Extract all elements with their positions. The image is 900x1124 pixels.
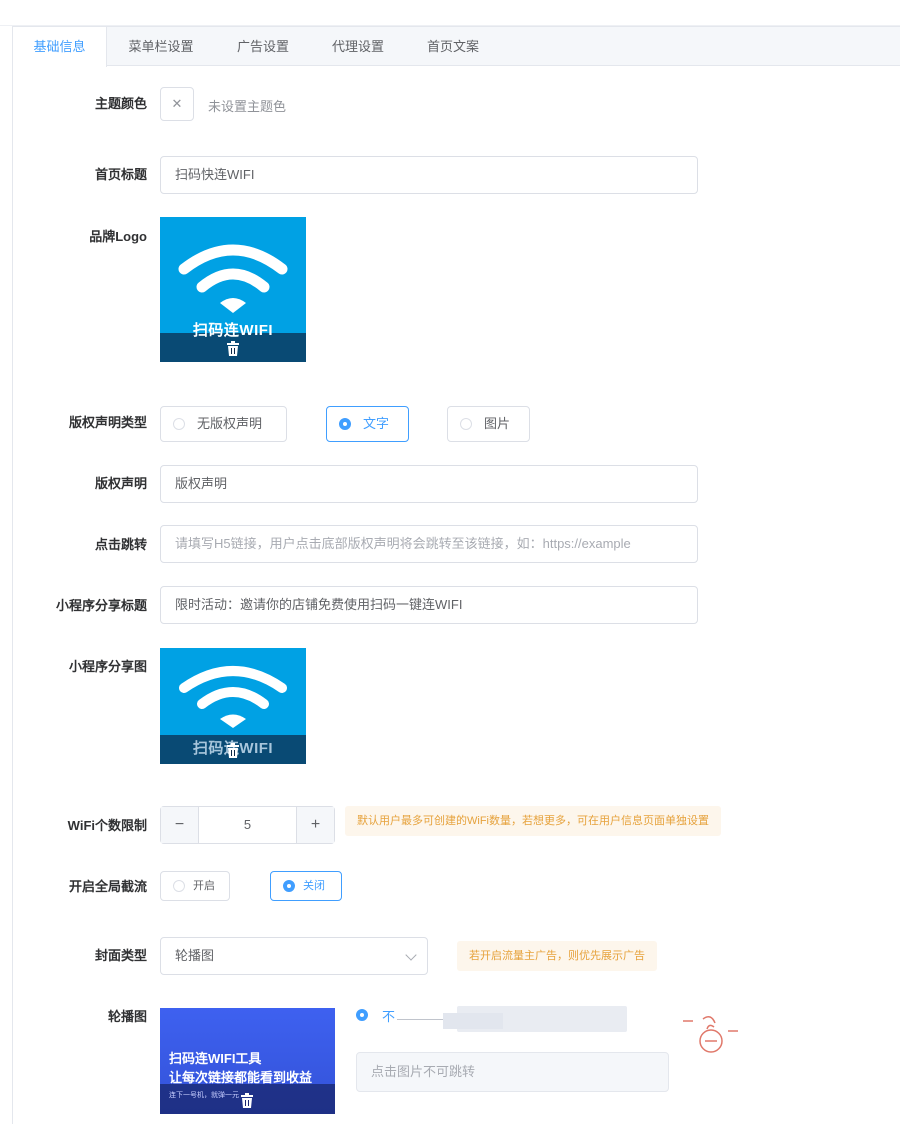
cursor-icon xyxy=(683,1016,738,1053)
tab-menu-settings[interactable]: 菜单栏设置 xyxy=(116,27,206,66)
chevron-down-icon xyxy=(405,949,417,961)
share-image[interactable]: 扫码连WIFI xyxy=(160,648,306,764)
click-jump-input[interactable]: 请填写H5链接，用户点击底部版权声明将会跳转至该链接，如：https://exa… xyxy=(160,525,698,563)
trash-icon[interactable] xyxy=(226,341,240,356)
jump-link-input[interactable]: 点击图片不可跳转 xyxy=(356,1052,669,1092)
tab-bar: 基础信息 菜单栏设置 广告设置 代理设置 首页文案 xyxy=(13,27,900,67)
copyright-type-label: 版权声明类型 xyxy=(68,415,147,430)
copyright-type-text[interactable]: 文字 xyxy=(326,406,409,442)
tab-basic-info[interactable]: 基础信息 xyxy=(13,27,107,67)
wifi-limit-stepper: − 5 + xyxy=(160,806,335,844)
share-title-label: 小程序分享标题 xyxy=(55,598,147,613)
radio-circle xyxy=(460,418,472,430)
copyright-type-none[interactable]: 无版权声明 xyxy=(160,406,287,442)
share-image-label: 小程序分享图 xyxy=(68,659,147,674)
close-icon: ✕ xyxy=(171,96,183,111)
cover-type-value: 轮播图 xyxy=(175,948,215,963)
copyright-input[interactable]: 版权声明 xyxy=(160,465,698,503)
carousel-image[interactable]: 扫码连WIFI工具 让每次链接都能看到收益 连下一号机，就弹一元 xyxy=(160,1008,335,1114)
wifi-limit-tip: 默认用户最多可创建的WiFi数量，若想更多，可在用户信息页面单独设置 xyxy=(345,806,721,836)
jump-option-label: 不 xyxy=(382,1009,396,1024)
carousel-line-1: 扫码连WIFI工具 xyxy=(169,1051,262,1066)
trash-icon[interactable] xyxy=(226,743,240,758)
theme-color-hint: 未设置主题色 xyxy=(208,99,287,114)
carousel-label: 轮播图 xyxy=(107,1009,147,1024)
radio-circle xyxy=(339,418,351,430)
cover-type-label: 封面类型 xyxy=(94,948,147,963)
cover-type-select[interactable]: 轮播图 xyxy=(160,937,428,975)
logo-brand-text: 扫码连WIFI xyxy=(192,322,274,339)
top-strip xyxy=(0,0,900,26)
copyright-label: 版权声明 xyxy=(94,476,147,491)
radio-label: 文字 xyxy=(363,416,390,431)
radio-label: 无版权声明 xyxy=(197,416,263,431)
settings-panel: 基础信息 菜单栏设置 广告设置 代理设置 首页文案 主题颜色 ✕ 未设置主题色 … xyxy=(12,26,900,1124)
wifi-limit-value[interactable]: 5 xyxy=(199,807,296,843)
radio-circle xyxy=(283,880,295,892)
jump-radio[interactable] xyxy=(356,1009,368,1021)
global-throttle-label: 开启全局截流 xyxy=(68,879,147,894)
home-title-input[interactable]: 扫码快连WIFI xyxy=(160,156,698,194)
trash-icon[interactable] xyxy=(240,1093,254,1108)
radio-label: 开启 xyxy=(193,880,215,892)
global-throttle-off[interactable]: 关闭 xyxy=(270,871,342,901)
wifi-limit-label: WiFi个数限制 xyxy=(67,818,147,833)
brand-logo-label: 品牌Logo xyxy=(89,229,147,244)
brand-logo-image[interactable]: 扫码连WIFI xyxy=(160,217,306,362)
radio-label: 图片 xyxy=(484,416,511,431)
increment-button[interactable]: + xyxy=(296,807,334,843)
click-jump-label: 点击跳转 xyxy=(94,537,147,552)
tab-home-copy[interactable]: 首页文案 xyxy=(411,27,495,66)
radio-circle xyxy=(173,418,185,430)
radio-circle xyxy=(173,880,185,892)
home-title-label: 首页标题 xyxy=(94,167,147,182)
global-throttle-on[interactable]: 开启 xyxy=(160,871,230,901)
copyright-type-image[interactable]: 图片 xyxy=(447,406,530,442)
tab-ad-settings[interactable]: 广告设置 xyxy=(221,27,305,66)
cover-type-tip: 若开启流量主广告，则优先展示广告 xyxy=(457,941,657,971)
theme-color-label: 主题颜色 xyxy=(94,96,147,111)
theme-color-picker[interactable]: ✕ xyxy=(160,87,194,121)
carousel-small-text: 连下一号机，就弹一元 xyxy=(169,1092,239,1099)
obscured-region xyxy=(443,1013,503,1029)
decrement-button[interactable]: − xyxy=(161,807,199,843)
tab-agent-settings[interactable]: 代理设置 xyxy=(316,27,400,66)
share-title-input[interactable]: 限时活动：邀请你的店铺免费使用扫码一键连WIFI xyxy=(160,586,698,624)
radio-label: 关闭 xyxy=(303,880,325,892)
